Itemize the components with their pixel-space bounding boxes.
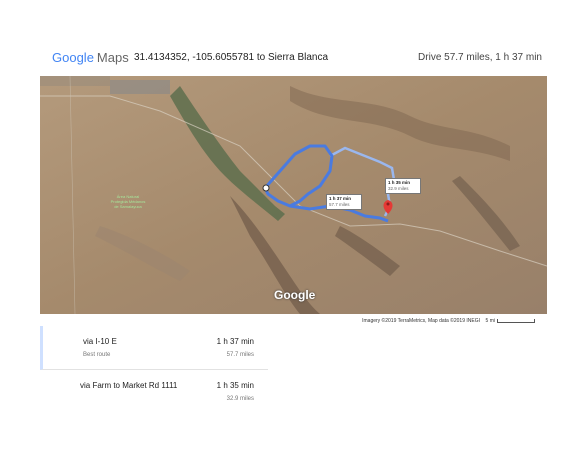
route-list: via I-10 E Best route 1 h 37 min 57.7 mi…	[40, 326, 268, 413]
route-via: via I-10 E	[83, 337, 117, 346]
map-footer: Imagery ©2019 TerraMetrics, Map data ©20…	[40, 316, 535, 326]
satellite-map[interactable]: 1 h 37 min 57.7 miles 1 h 35 min 32.9 mi…	[40, 76, 547, 314]
route-distance: 32.9 miles	[226, 396, 254, 402]
route-via: via Farm to Market Rd 1111	[80, 381, 178, 390]
callout-distance: 32.9 miles	[388, 186, 409, 191]
maps-logo-text: Maps	[96, 50, 129, 65]
header: Google Maps 31.4134352, -105.6055781 to S…	[52, 50, 542, 66]
map-watermark: Google	[274, 288, 316, 302]
protected-area-label: Área Natural Protegida Médanos de Samala…	[110, 194, 146, 209]
origin-marker	[262, 184, 270, 192]
route-callout-primary[interactable]: 1 h 37 min 57.7 miles	[326, 194, 362, 210]
route-duration: 1 h 35 min	[216, 381, 254, 390]
map-attribution: Imagery ©2019 TerraMetrics, Map data ©20…	[362, 318, 480, 324]
google-logo-text: Google	[52, 50, 94, 65]
route-distance: 57.7 miles	[226, 352, 254, 358]
route-option-fm1111[interactable]: via Farm to Market Rd 1111 1 h 35 min 32…	[40, 370, 268, 413]
route-duration: 1 h 37 min	[216, 337, 254, 346]
route-title: 31.4134352, -105.6055781 to Sierra Blanc…	[134, 52, 329, 63]
route-callout-alt[interactable]: 1 h 35 min 32.9 miles	[385, 178, 421, 194]
google-maps-logo[interactable]: Google Maps	[52, 50, 129, 66]
callout-distance: 57.7 miles	[329, 202, 350, 207]
route-note: Best route	[83, 352, 111, 358]
route-option-i10[interactable]: via I-10 E Best route 1 h 37 min 57.7 mi…	[40, 326, 268, 370]
scale-label: 5 mi	[485, 318, 495, 324]
trip-summary: Drive 57.7 miles, 1 h 37 min	[418, 52, 542, 63]
scale-bar	[497, 319, 535, 323]
